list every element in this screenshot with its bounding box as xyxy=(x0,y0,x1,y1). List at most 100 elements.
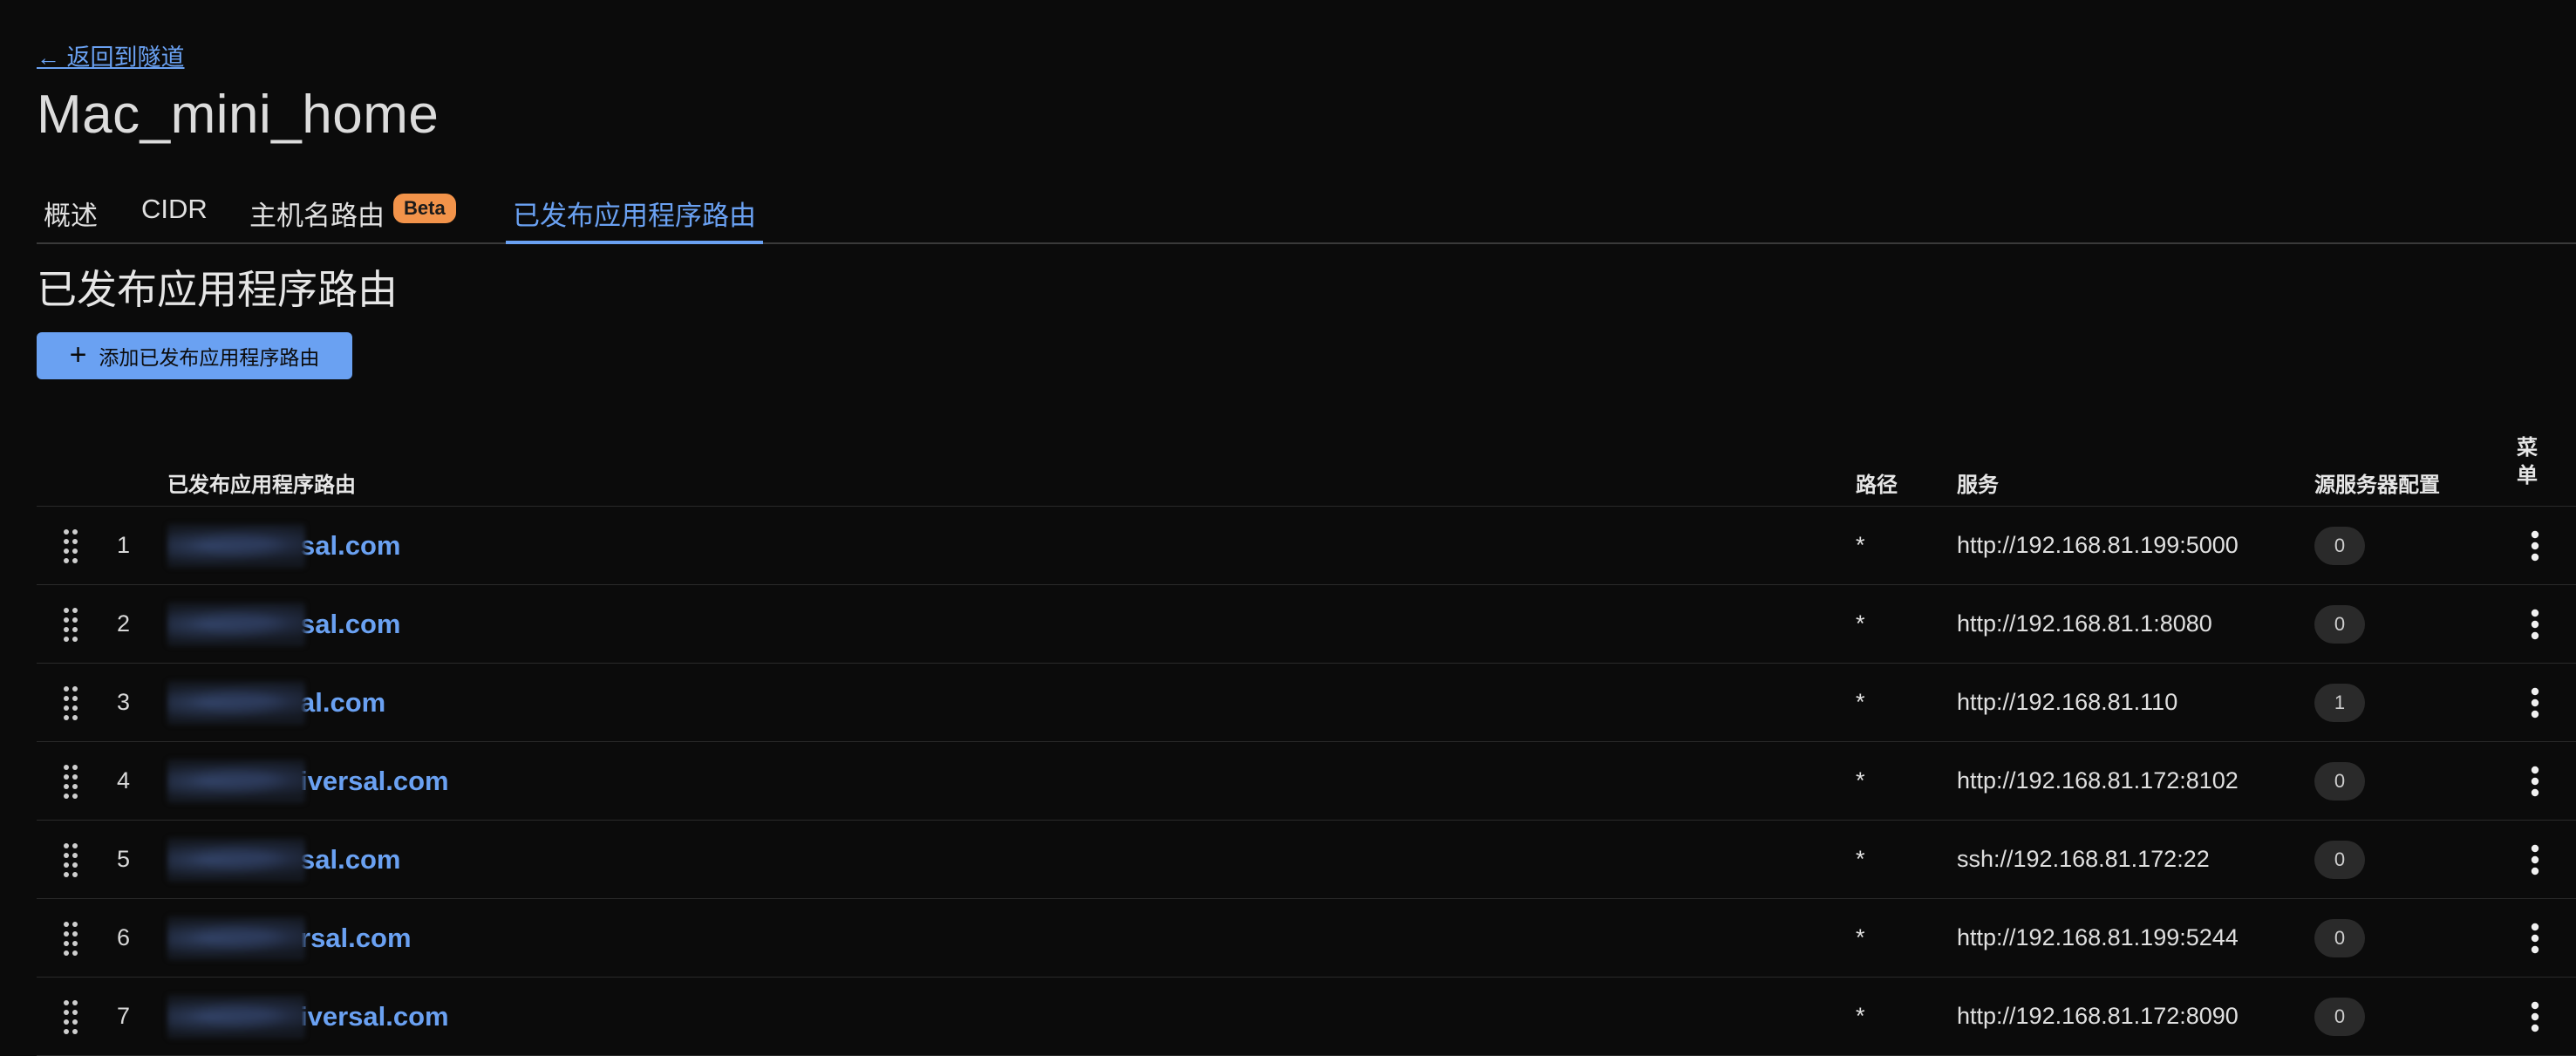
hostname-cell: iversal.com xyxy=(167,742,952,820)
more-vertical-icon[interactable] xyxy=(2522,821,2548,898)
tab-label: 主机名路由 xyxy=(249,201,385,231)
more-vertical-icon[interactable] xyxy=(2522,978,2548,1055)
add-button-label: 添加已发布应用程序路由 xyxy=(99,346,320,369)
column-header-hostname[interactable]: 已发布应用程序路由 xyxy=(167,467,356,498)
table-body: 1 sal.com * http://192.168.81.199:5000 0 2 sal… xyxy=(37,507,2576,1056)
config-count-badge: 1 xyxy=(2314,683,2365,722)
tab-bar: 概述 CIDR 主机名路由 Beta 已发布应用程序路由 xyxy=(37,185,2576,244)
hostname-cell: al.com xyxy=(167,664,952,741)
table-row: 1 sal.com * http://192.168.81.199:5000 0 xyxy=(37,507,2576,585)
row-number: 2 xyxy=(117,610,131,637)
origin-config-cell: 0 xyxy=(2314,978,2365,1055)
hostname-link[interactable]: sal.com xyxy=(300,844,400,875)
service-cell: ssh://192.168.81.172:22 xyxy=(1957,846,2210,872)
origin-config-cell: 0 xyxy=(2314,585,2365,663)
redacted-blur xyxy=(167,994,305,1039)
origin-config-cell: 1 xyxy=(2314,664,2365,741)
path-cell: * xyxy=(1856,689,1865,715)
row-number: 5 xyxy=(117,846,131,872)
path-cell: * xyxy=(1856,767,1865,794)
drag-handle-icon[interactable] xyxy=(63,978,82,1055)
more-vertical-icon[interactable] xyxy=(2522,899,2548,977)
hostname-link[interactable]: rsal.com xyxy=(300,923,412,954)
drag-handle-icon[interactable] xyxy=(63,585,82,663)
path-cell: * xyxy=(1856,1003,1865,1029)
hostname-cell: sal.com xyxy=(167,507,952,584)
more-vertical-icon[interactable] xyxy=(2522,664,2548,741)
table-row: 2 sal.com * http://192.168.81.1:8080 0 xyxy=(37,585,2576,664)
hostname-link[interactable]: sal.com xyxy=(300,530,400,562)
redacted-blur xyxy=(167,916,305,960)
tab-cidr[interactable]: CIDR xyxy=(141,194,208,241)
row-number: 4 xyxy=(117,767,131,794)
path-cell: * xyxy=(1856,846,1865,872)
add-published-route-button[interactable]: + 添加已发布应用程序路由 xyxy=(37,332,352,379)
drag-handle-icon[interactable] xyxy=(63,742,82,820)
tab-label: 已发布应用程序路由 xyxy=(513,201,756,231)
origin-config-cell: 0 xyxy=(2314,899,2365,977)
config-count-badge: 0 xyxy=(2314,526,2365,565)
drag-handle-icon[interactable] xyxy=(63,507,82,584)
column-header-origin-config[interactable]: 源服务器配置 xyxy=(2314,467,2440,498)
tab-label: 概述 xyxy=(44,201,98,231)
redacted-blur xyxy=(167,759,305,803)
tab-label: CIDR xyxy=(141,194,208,224)
hostname-cell: iversal.com xyxy=(167,978,952,1055)
redacted-blur xyxy=(167,602,305,646)
tab-hostname-routes[interactable]: 主机名路由 Beta xyxy=(249,194,456,241)
row-number: 7 xyxy=(117,1003,131,1029)
service-cell: http://192.168.81.172:8090 xyxy=(1957,1003,2239,1029)
section-title: 已发布应用程序路由 xyxy=(37,267,398,312)
config-count-badge: 0 xyxy=(2314,997,2365,1036)
column-header-service[interactable]: 服务 xyxy=(1957,467,1999,498)
back-to-tunnels-link[interactable]: ← 返回到隧道 xyxy=(37,38,185,72)
config-count-badge: 0 xyxy=(2314,761,2365,801)
hostname-link[interactable]: al.com xyxy=(300,687,385,719)
drag-handle-icon[interactable] xyxy=(63,664,82,741)
table-row: 4 iversal.com * http://192.168.81.172:8102 0 xyxy=(37,742,2576,821)
path-cell: * xyxy=(1856,532,1865,558)
column-header-menu: 菜单 xyxy=(2517,436,2538,487)
plus-icon: + xyxy=(69,337,87,371)
redacted-blur xyxy=(167,837,305,882)
hostname-link[interactable]: iversal.com xyxy=(300,1001,449,1032)
drag-handle-icon[interactable] xyxy=(63,899,82,977)
more-vertical-icon[interactable] xyxy=(2522,585,2548,663)
origin-config-cell: 0 xyxy=(2314,507,2365,584)
tab-overview[interactable]: 概述 xyxy=(44,194,98,241)
routes-table: 已发布应用程序路由 路径 服务 源服务器配置 菜单 1 sal.com * http:… xyxy=(37,427,2576,1056)
table-row: 7 iversal.com * http://192.168.81.172:8090 0 xyxy=(37,978,2576,1056)
tab-published-app-routes[interactable]: 已发布应用程序路由 xyxy=(506,194,763,244)
origin-config-cell: 0 xyxy=(2314,821,2365,898)
service-cell: http://192.168.81.199:5000 xyxy=(1957,532,2239,558)
service-cell: http://192.168.81.172:8102 xyxy=(1957,767,2239,794)
beta-badge: Beta xyxy=(393,194,456,223)
hostname-link[interactable]: sal.com xyxy=(300,609,400,640)
path-cell: * xyxy=(1856,924,1865,950)
config-count-badge: 0 xyxy=(2314,918,2365,957)
more-vertical-icon[interactable] xyxy=(2522,507,2548,584)
drag-handle-icon[interactable] xyxy=(63,821,82,898)
service-cell: http://192.168.81.110 xyxy=(1957,689,2178,715)
row-number: 3 xyxy=(117,689,131,715)
hostname-cell: sal.com xyxy=(167,585,952,663)
table-header: 已发布应用程序路由 路径 服务 源服务器配置 菜单 xyxy=(37,427,2576,507)
path-cell: * xyxy=(1856,610,1865,637)
hostname-cell: rsal.com xyxy=(167,899,952,977)
service-cell: http://192.168.81.199:5244 xyxy=(1957,924,2239,950)
table-row: 3 al.com * http://192.168.81.110 1 xyxy=(37,664,2576,742)
redacted-blur xyxy=(167,523,305,568)
hostname-link[interactable]: iversal.com xyxy=(300,766,449,797)
row-number: 1 xyxy=(117,532,131,558)
redacted-blur xyxy=(167,680,305,725)
config-count-badge: 0 xyxy=(2314,840,2365,879)
page-title: Mac_mini_home xyxy=(37,85,440,145)
more-vertical-icon[interactable] xyxy=(2522,742,2548,820)
service-cell: http://192.168.81.1:8080 xyxy=(1957,610,2212,637)
row-number: 6 xyxy=(117,924,131,950)
table-row: 5 sal.com * ssh://192.168.81.172:22 0 xyxy=(37,821,2576,899)
table-row: 6 rsal.com * http://192.168.81.199:5244 0 xyxy=(37,899,2576,978)
hostname-cell: sal.com xyxy=(167,821,952,898)
config-count-badge: 0 xyxy=(2314,604,2365,644)
column-header-path[interactable]: 路径 xyxy=(1856,467,1898,498)
